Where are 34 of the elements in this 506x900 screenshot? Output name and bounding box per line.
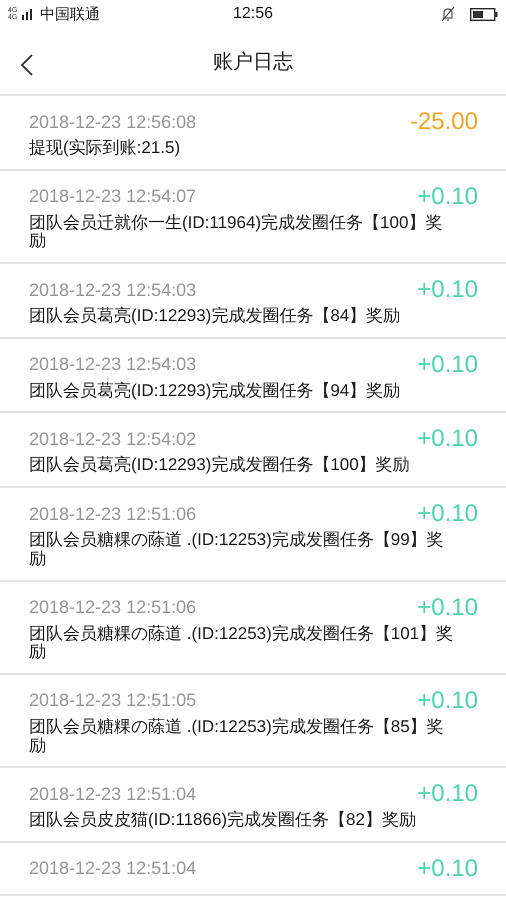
entry-time: 2018-12-23 12:54:02: [29, 428, 196, 450]
entry-time: 2018-12-23 12:51:05: [29, 690, 196, 712]
entry-amount: +0.10: [417, 686, 478, 715]
entry-time: 2018-12-23 12:51:04: [29, 858, 196, 880]
carrier-name: 中国联通: [40, 4, 100, 24]
entry-description: 团队会员糖粿の蒢道 .(ID:12253)完成发圈任务【99】奖励: [29, 531, 445, 568]
entry-description: 团队会员糖粿の蒢道 .(ID:12253)完成发圈任务【85】奖励: [29, 718, 445, 756]
entry-amount: +0.10: [417, 425, 478, 454]
entry-description: 团队会员糖粿の蒢道 .(ID:12253)完成发圈任务【101】奖励: [29, 624, 454, 662]
entry-description: 团队会员葛亮(ID:12293)完成发圈任务【94】奖励: [29, 382, 402, 400]
entry-amount: +0.10: [417, 780, 478, 808]
entry-description: 团队会员葛亮(ID:12293)完成发圈任务【84】奖励: [29, 307, 402, 326]
entry-amount: +0.10: [417, 500, 478, 528]
entry-amount: +0.10: [417, 854, 478, 883]
entry-time: 2018-12-23 12:51:06: [29, 504, 196, 525]
entry-description: 团队会员皮皮猫(ID:11866)完成发圈任务【82】奖励: [29, 811, 417, 830]
page-title: 账户日志: [213, 50, 293, 74]
entry-description: 提现(实际到账:21.5): [29, 139, 182, 158]
entry-amount: +0.10: [417, 182, 478, 211]
entry-time: 2018-12-23 12:51:04: [29, 784, 196, 805]
entry-amount: +0.10: [417, 350, 478, 379]
entry-time: 2018-12-23 12:56:08: [29, 112, 196, 132]
entry-time: 2018-12-23 12:51:06: [29, 597, 196, 618]
muted-bell-icon: [440, 6, 456, 22]
entry-amount: -25.00: [410, 108, 478, 136]
entry-amount: +0.10: [417, 276, 478, 304]
entry-time: 2018-12-23 12:54:07: [29, 186, 196, 208]
entry-description: 团队会员葛亮(ID:12293)完成发圈任务【100】奖励: [29, 456, 411, 476]
entry-amount: +0.10: [417, 594, 478, 622]
entry-time: 2018-12-23 12:54:03: [29, 354, 196, 376]
entry-time: 2018-12-23 12:54:03: [29, 280, 196, 301]
battery-icon: [470, 8, 498, 20]
entry-description: 团队会员迁就你一生(ID:11964)完成发圈任务【100】奖励: [29, 214, 444, 252]
clock: 12:56: [232, 5, 274, 23]
